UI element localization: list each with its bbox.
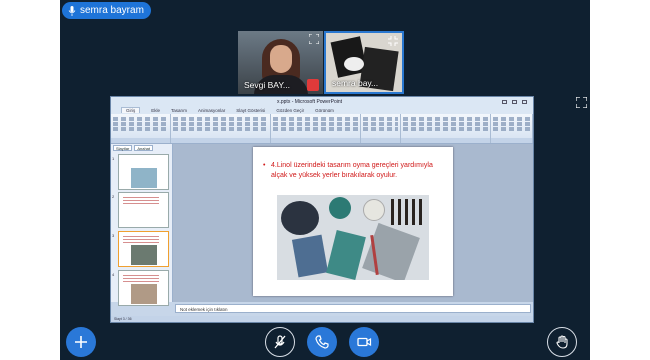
ppt-workarea: Slaytlar Anahat 1 2 3 4 • 4.Linol üzerin… <box>111 144 533 306</box>
slide-panel: Slaytlar Anahat 1 2 3 4 <box>111 144 173 306</box>
participant-tile[interactable]: Sevgi BAY... <box>238 31 323 94</box>
presenter-badge[interactable]: semra bayram <box>62 2 151 19</box>
ribbon-group[interactable] <box>271 114 361 143</box>
tab-review[interactable]: Gözden Geçir <box>276 108 304 113</box>
tab-slides[interactable]: Slaytlar <box>113 145 133 151</box>
right-margin <box>590 0 650 360</box>
ribbon-group[interactable] <box>361 114 401 143</box>
bullet-dot: • <box>263 162 266 169</box>
phone-icon <box>315 335 329 349</box>
slide-bullet: • 4.Linol üzerindeki tasarım oyma gereçl… <box>263 161 445 180</box>
video-button[interactable] <box>349 327 379 357</box>
tab-slideshow[interactable]: Slayt Gösterisi <box>236 108 265 113</box>
participant-name: Sevgi BAY... <box>244 80 290 90</box>
end-call-button[interactable] <box>307 327 337 357</box>
tab-design[interactable]: Tasarım <box>171 108 187 113</box>
mic-muted-icon <box>307 79 319 91</box>
ppt-status-bar: Slayt 3 / 36 <box>111 316 533 322</box>
slide-thumbnail-selected[interactable] <box>118 231 169 267</box>
thumb-number: 4 <box>112 272 115 277</box>
presenter-name: semra bayram <box>80 5 144 16</box>
ribbon-group[interactable] <box>171 114 271 143</box>
slide[interactable]: • 4.Linol üzerindeki tasarım oyma gereçl… <box>253 147 453 296</box>
microphone-icon <box>68 5 76 16</box>
notes-pane[interactable]: Not eklemek için tıklatın <box>175 304 531 313</box>
add-button[interactable] <box>66 327 96 357</box>
hand-icon <box>556 335 568 349</box>
thumb-number: 3 <box>112 233 115 238</box>
raise-hand-button[interactable] <box>547 327 577 357</box>
thumb-number: 2 <box>112 194 115 199</box>
panel-tabs: Slaytlar Anahat <box>111 144 172 152</box>
ribbon-group[interactable] <box>111 114 171 143</box>
shared-screen: x.pptx - Microsoft PowerPoint Giriş Ekle… <box>110 96 534 323</box>
tab-outline[interactable]: Anahat <box>134 145 154 151</box>
tab-home[interactable]: Giriş <box>121 107 141 113</box>
ribbon-tabs: Giriş Ekle Tasarım Animasyonlar Slayt Gö… <box>111 106 533 114</box>
mute-button[interactable] <box>265 327 295 357</box>
ribbon-group[interactable] <box>401 114 491 143</box>
slide-bullet-text: 4.Linol üzerindeki tasarım oyma gereçler… <box>271 162 433 179</box>
slide-thumbnail[interactable] <box>118 154 169 190</box>
linocut-shape <box>344 57 364 71</box>
ppt-title-bar: x.pptx - Microsoft PowerPoint <box>111 97 533 106</box>
mic-off-icon <box>274 335 286 349</box>
fullscreen-icon[interactable] <box>576 97 587 108</box>
tab-view[interactable]: Görünüm <box>315 108 334 113</box>
slide-thumbnail[interactable] <box>118 192 169 228</box>
tab-insert[interactable]: Ekle <box>151 108 160 113</box>
tab-animations[interactable]: Animasyonlar <box>198 108 225 113</box>
collapse-icon[interactable] <box>388 36 398 46</box>
ribbon-group[interactable] <box>491 114 533 143</box>
ribbon <box>111 114 533 144</box>
window-title: x.pptx - Microsoft PowerPoint <box>276 98 343 105</box>
slide-thumbnail[interactable] <box>118 270 169 306</box>
participant-face <box>270 45 292 73</box>
slide-photo <box>277 195 429 280</box>
expand-icon[interactable] <box>309 34 319 44</box>
meeting-stage: semra bayram Sevgi BAY... semra bay... x… <box>0 0 650 360</box>
video-camera-icon <box>357 337 372 347</box>
participant-tile-active[interactable]: semra bay... <box>324 31 404 94</box>
window-controls <box>502 99 533 104</box>
thumb-number: 1 <box>112 156 115 161</box>
slide-canvas: • 4.Linol üzerindeki tasarım oyma gereçl… <box>173 144 533 302</box>
participant-name: semra bay... <box>332 78 379 88</box>
plus-icon <box>75 336 87 348</box>
left-margin <box>0 0 60 360</box>
